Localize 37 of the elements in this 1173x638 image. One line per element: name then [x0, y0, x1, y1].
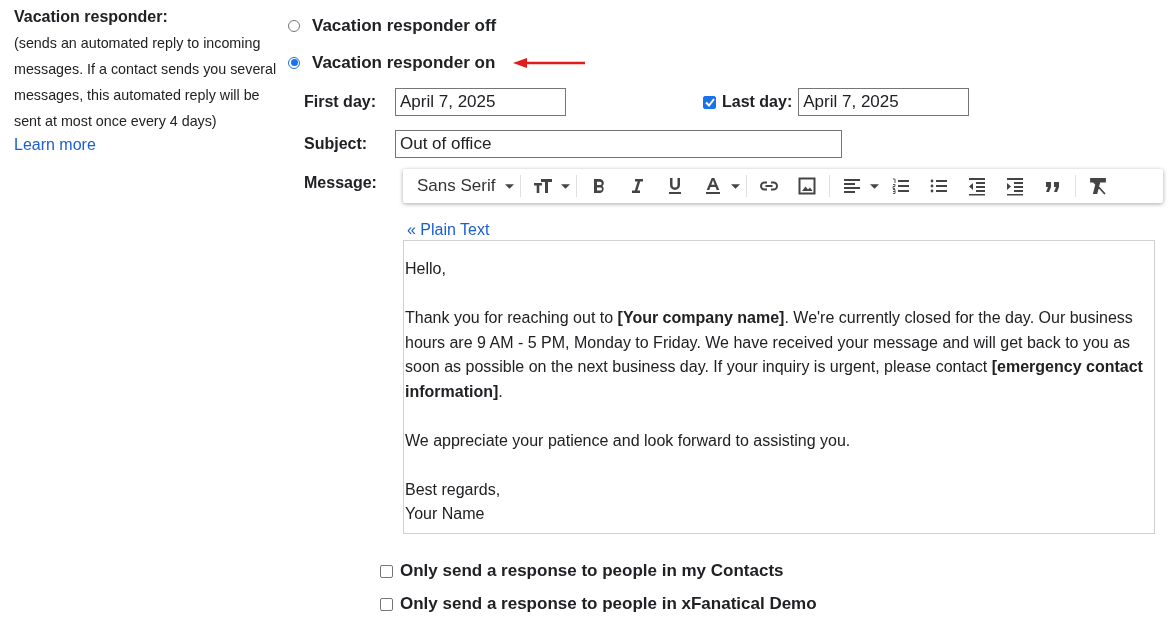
message-text: Your Name — [404, 504, 486, 524]
field-label: Subject: — [304, 135, 369, 153]
caret-icon[interactable] — [731, 183, 741, 189]
align-icon[interactable] — [842, 176, 863, 196]
description: (sends an automated reply to incoming messages. If a contact sends you several messages, this automated reply will be sent at most once every 4 days) — [14, 34, 278, 131]
radio-label[interactable]: Vacation responder on — [312, 52, 496, 73]
section-title: Vacation responder: — [14, 8, 169, 26]
learn-more-link[interactable]: Learn more — [14, 136, 96, 154]
field-label: Last day: — [722, 93, 793, 111]
font-dropdown[interactable]: Sans Serif — [417, 176, 496, 196]
checkbox[interactable] — [703, 95, 716, 109]
first-day-field[interactable]: April 7, 2025 — [395, 88, 566, 116]
plain-text-link[interactable]: « Plain Text — [407, 221, 490, 239]
caret-icon[interactable] — [870, 183, 880, 189]
caret-icon[interactable] — [561, 183, 571, 189]
message-text: Best regards, — [404, 479, 502, 500]
arrow-icon — [513, 57, 586, 68]
numbered-list-icon[interactable] — [891, 176, 912, 196]
message-editor[interactable] — [403, 240, 1155, 534]
message-text: Thank you for reaching out to [Your company name]. We're currently closed for the day. Our business hours are 9 AM - 5 PM, Monday to Friday. We have received your message and will get back to you as soon as possible on the next business day. If your inquiry is urgent, please contact [emergency contact information]. — [404, 308, 1144, 402]
text-size-icon[interactable] — [533, 176, 554, 196]
checkbox-label[interactable]: Only send a response to people in xFanatical Demo — [400, 594, 817, 614]
checkbox-label[interactable]: Only send a response to people in my Contacts — [400, 561, 784, 581]
checkbox[interactable] — [380, 597, 393, 611]
last-day-field[interactable]: April 7, 2025 — [798, 88, 970, 116]
message-text: We appreciate your patience and look forward to assisting you. — [404, 430, 852, 451]
radio-label[interactable]: Vacation responder off — [312, 15, 497, 36]
field-label: First day: — [304, 93, 377, 111]
subject-field[interactable]: Out of office — [395, 130, 842, 158]
message-text: Hello, — [404, 259, 447, 279]
indent-less-icon[interactable] — [967, 176, 988, 196]
field-label: Message: — [304, 173, 378, 193]
indent-more-icon[interactable] — [1005, 176, 1026, 196]
clear-formatting-icon[interactable] — [1088, 176, 1109, 196]
checkbox[interactable] — [380, 564, 393, 578]
image-icon[interactable] — [797, 176, 818, 196]
caret-icon[interactable] — [505, 183, 515, 189]
